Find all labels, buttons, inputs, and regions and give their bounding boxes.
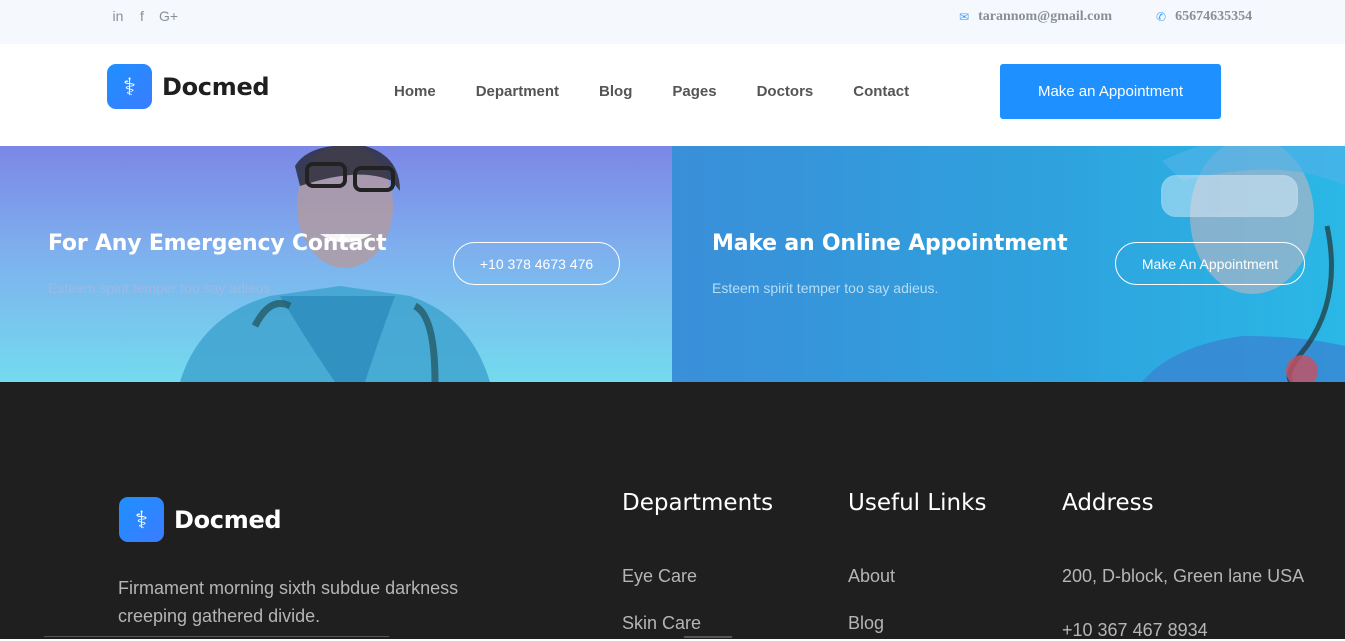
emergency-phone-button[interactable]: +10 378 4673 476 bbox=[453, 242, 620, 285]
caduceus-icon: ⚕ bbox=[119, 497, 164, 542]
phone-text: 65674635354 bbox=[1175, 9, 1253, 24]
useful-links-heading: Useful Links bbox=[848, 490, 987, 516]
nav-home[interactable]: Home bbox=[394, 83, 436, 100]
envelope-icon: ✉ bbox=[959, 10, 970, 24]
address-text: 200, D-block, Green lane USA bbox=[1062, 566, 1305, 586]
address-heading: Address bbox=[1062, 490, 1154, 516]
top-bar: in f G+ ✉ tarannom@gmail.com ✆ 656746353… bbox=[0, 0, 1345, 44]
phone-icon: ✆ bbox=[1156, 10, 1167, 24]
nav-pages[interactable]: Pages bbox=[672, 83, 716, 100]
link-blog[interactable]: Blog bbox=[848, 613, 884, 634]
linkedin-icon[interactable]: in bbox=[111, 8, 125, 24]
social-links: in f G+ bbox=[111, 8, 179, 24]
phone-contact[interactable]: ✆ 65674635354 bbox=[1156, 9, 1252, 25]
nav-department[interactable]: Department bbox=[476, 83, 559, 100]
email-text: tarannom@gmail.com bbox=[978, 9, 1113, 24]
email-contact[interactable]: ✉ tarannom@gmail.com bbox=[959, 9, 1112, 25]
emergency-banner: For Any Emergency Contact Esteem spirit … bbox=[0, 146, 672, 382]
online-appointment-banner: Make an Online Appointment Esteem spirit… bbox=[672, 146, 1345, 382]
footer-divider bbox=[44, 636, 389, 637]
link-skin-care[interactable]: Skin Care bbox=[622, 613, 701, 634]
caduceus-icon: ⚕ bbox=[107, 64, 152, 109]
nav-blog[interactable]: Blog bbox=[599, 83, 632, 100]
departments-heading: Departments bbox=[622, 490, 774, 516]
online-subtitle: Esteem spirit temper too say adieus. bbox=[712, 280, 939, 296]
banner-appointment-button[interactable]: Make An Appointment bbox=[1115, 242, 1305, 285]
main-nav: Home Department Blog Pages Doctors Conta… bbox=[394, 83, 909, 100]
google-plus-icon[interactable]: G+ bbox=[159, 8, 178, 24]
brand-name: Docmed bbox=[162, 72, 270, 101]
brand-logo[interactable]: ⚕ Docmed bbox=[107, 64, 270, 109]
doctor-image bbox=[180, 146, 490, 382]
link-eye-care[interactable]: Eye Care bbox=[622, 566, 697, 587]
address-phone: +10 367 467 8934 bbox=[1062, 620, 1208, 640]
facebook-icon[interactable]: f bbox=[135, 8, 149, 24]
emergency-title: For Any Emergency Contact bbox=[48, 231, 387, 256]
footer-brand-logo[interactable]: ⚕ Docmed bbox=[119, 497, 282, 542]
make-appointment-button[interactable]: Make an Appointment bbox=[1000, 64, 1221, 119]
nav-contact[interactable]: Contact bbox=[853, 83, 909, 100]
footer-divider-short bbox=[684, 636, 732, 638]
online-title: Make an Online Appointment bbox=[712, 231, 1068, 256]
footer-brand-name: Docmed bbox=[174, 505, 282, 534]
footer-description: Firmament morning sixth subdue darkness … bbox=[118, 578, 459, 626]
site-footer: ⚕ Docmed Firmament morning sixth subdue … bbox=[0, 382, 1345, 640]
main-header: ⚕ Docmed Home Department Blog Pages Doct… bbox=[0, 44, 1345, 146]
emergency-subtitle: Esteem spirit temper too say adieus. bbox=[48, 280, 275, 296]
nav-doctors[interactable]: Doctors bbox=[757, 83, 814, 100]
link-about[interactable]: About bbox=[848, 566, 895, 587]
